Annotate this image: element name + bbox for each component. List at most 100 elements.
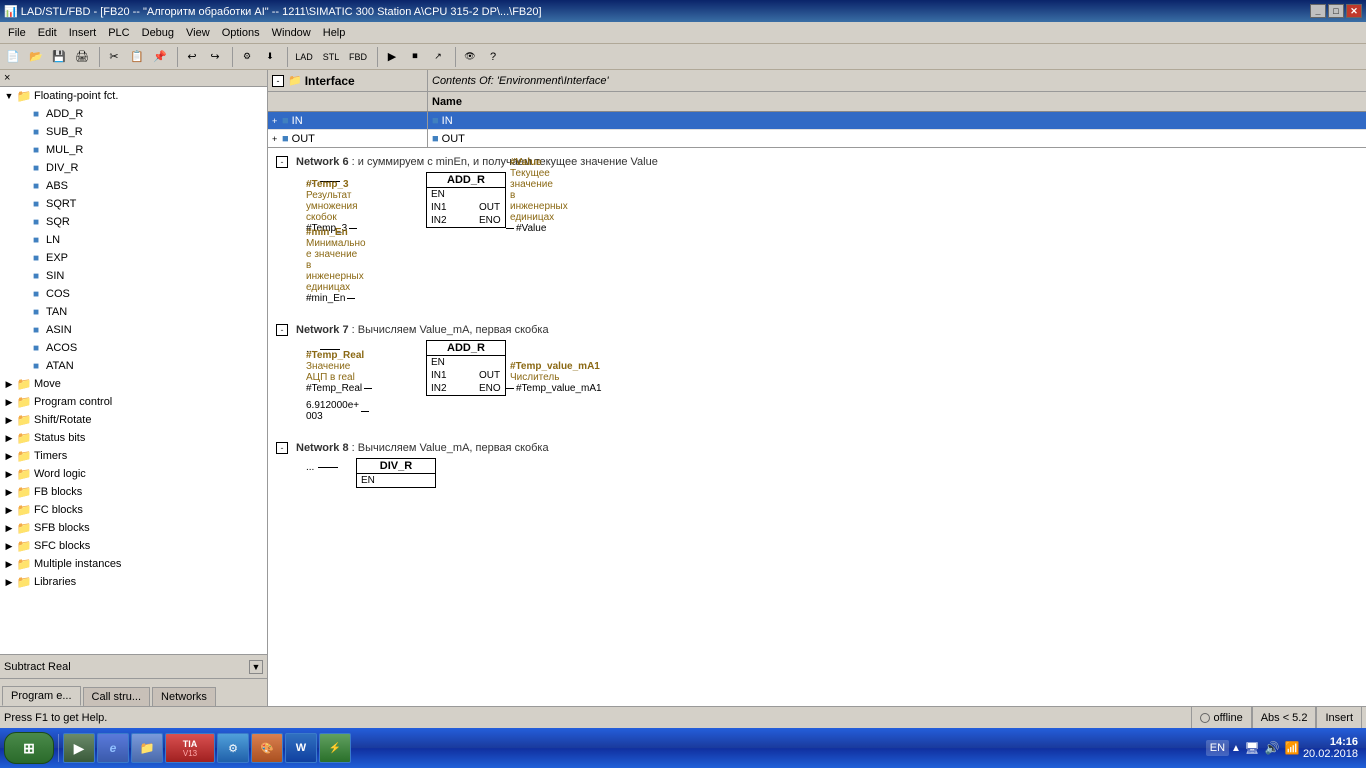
tree-sqrt[interactable]: ■ SQRT: [0, 195, 267, 213]
network-6-collapse[interactable]: -: [276, 156, 288, 168]
tb-compile[interactable]: ⚙: [236, 46, 258, 68]
tree-word-logic[interactable]: ▶ 📁 Word logic: [0, 465, 267, 483]
network-area[interactable]: - Network 6 : и суммируем с minEn, и пол…: [268, 148, 1366, 706]
taskbar-app-1[interactable]: ▶: [63, 733, 95, 763]
menu-debug[interactable]: Debug: [136, 25, 180, 41]
menu-edit[interactable]: Edit: [32, 25, 63, 41]
tree-shift-rotate[interactable]: ▶ 📁 Shift/Rotate: [0, 411, 267, 429]
tree-abs[interactable]: ■ ABS: [0, 177, 267, 195]
interface-collapse[interactable]: -: [272, 75, 284, 87]
tb-copy[interactable]: 📋: [126, 46, 148, 68]
tree-tan[interactable]: ■ TAN: [0, 303, 267, 321]
tb-save[interactable]: 💾: [48, 46, 70, 68]
expand-timers-icon[interactable]: ▶: [2, 451, 16, 462]
tree-add-r[interactable]: ■ ADD_R: [0, 105, 267, 123]
expand-sb-icon[interactable]: ▶: [2, 433, 16, 444]
network-8-collapse[interactable]: -: [276, 442, 288, 454]
tb-open[interactable]: 📂: [25, 46, 47, 68]
tb-step[interactable]: ↗: [427, 46, 449, 68]
tree-sub-r[interactable]: ■ SUB_R: [0, 123, 267, 141]
left-panel-close[interactable]: ×: [0, 70, 267, 87]
restore-button[interactable]: □: [1328, 4, 1344, 18]
tb-print[interactable]: 🖨: [71, 46, 93, 68]
tb-stop[interactable]: ⏹: [404, 46, 426, 68]
tree-sqr[interactable]: ■ SQR: [0, 213, 267, 231]
tree-asin[interactable]: ■ ASIN: [0, 321, 267, 339]
close-button[interactable]: ✕: [1346, 4, 1362, 18]
tb-redo[interactable]: ↪: [204, 46, 226, 68]
tree-cos[interactable]: ■ COS: [0, 285, 267, 303]
expand-fc-icon[interactable]: ▶: [2, 505, 16, 516]
menu-plc[interactable]: PLC: [102, 25, 135, 41]
tree-sfb-blocks[interactable]: ▶ 📁 SFB blocks: [0, 519, 267, 537]
tree-acos[interactable]: ■ ACOS: [0, 339, 267, 357]
expand-fb-icon[interactable]: ▶: [2, 487, 16, 498]
taskbar-app-ie[interactable]: e: [97, 733, 129, 763]
taskbar-app-simatic[interactable]: ⚙: [217, 733, 249, 763]
taskbar-app-explorer[interactable]: 📁: [131, 733, 163, 763]
menu-help[interactable]: Help: [317, 25, 352, 41]
taskbar-app-word[interactable]: W: [285, 733, 317, 763]
taskbar-app-paint[interactable]: 🎨: [251, 733, 283, 763]
tb-help[interactable]: ?: [482, 46, 504, 68]
instruction-tree[interactable]: ▼ 📁 Floating-point fct. ■ ADD_R ■ SUB_R …: [0, 87, 267, 654]
tb-run[interactable]: ▶: [381, 46, 403, 68]
tb-cut[interactable]: ✂: [103, 46, 125, 68]
tree-div-r[interactable]: ■ DIV_R: [0, 159, 267, 177]
tree-atan[interactable]: ■ ATAN: [0, 357, 267, 375]
tb-paste[interactable]: 📌: [149, 46, 171, 68]
expand-pc-icon[interactable]: ▶: [2, 397, 16, 408]
expand-move-icon[interactable]: ▶: [2, 379, 16, 390]
tb-fbd[interactable]: FBD: [345, 46, 371, 68]
tree-sin[interactable]: ■ SIN: [0, 267, 267, 285]
tree-libraries[interactable]: ▶ 📁 Libraries: [0, 573, 267, 591]
tab-call-structure[interactable]: Call stru...: [83, 687, 151, 706]
minimize-button[interactable]: _: [1310, 4, 1326, 18]
tree-program-control[interactable]: ▶ 📁 Program control: [0, 393, 267, 411]
net7-in2-eno-row: IN2 ENO: [427, 382, 505, 395]
scroll-down-btn[interactable]: ▼: [249, 660, 263, 674]
taskbar-app-lad-active[interactable]: ⚡: [319, 733, 351, 763]
folder-sfb-icon: 📁: [16, 520, 32, 536]
expand-sfb-icon[interactable]: ▶: [2, 523, 16, 534]
expand-icon[interactable]: ▼: [2, 91, 16, 101]
tree-move[interactable]: ▶ 📁 Move: [0, 375, 267, 393]
tree-floating-point[interactable]: ▼ 📁 Floating-point fct.: [0, 87, 267, 105]
tab-program[interactable]: Program e...: [2, 686, 81, 706]
iface-row-out[interactable]: + ■ OUT: [268, 130, 427, 147]
tb-monitor[interactable]: 👁: [459, 46, 481, 68]
tree-ln[interactable]: ■ LN: [0, 231, 267, 249]
expand-lib-icon[interactable]: ▶: [2, 577, 16, 588]
expand-wl-icon[interactable]: ▶: [2, 469, 16, 480]
tb-lad[interactable]: LAD: [291, 46, 317, 68]
expand-mi-icon[interactable]: ▶: [2, 559, 16, 570]
iface-row-in[interactable]: + ■ IN: [268, 112, 427, 130]
tree-timers[interactable]: ▶ 📁 Timers: [0, 447, 267, 465]
iface-row-right-in[interactable]: ■ IN: [428, 112, 1366, 130]
tree-sfc-blocks[interactable]: ▶ 📁 SFC blocks: [0, 537, 267, 555]
expand-sfc-icon[interactable]: ▶: [2, 541, 16, 552]
tree-multiple-instances[interactable]: ▶ 📁 Multiple instances: [0, 555, 267, 573]
tree-fc-blocks[interactable]: ▶ 📁 FC blocks: [0, 501, 267, 519]
menu-view[interactable]: View: [180, 25, 216, 41]
tree-status-bits[interactable]: ▶ 📁 Status bits: [0, 429, 267, 447]
iface-row-right-out[interactable]: ■ OUT: [428, 130, 1366, 148]
menu-insert[interactable]: Insert: [63, 25, 103, 41]
tab-networks[interactable]: Networks: [152, 687, 216, 706]
volume-tray-icon[interactable]: 🔊: [1263, 739, 1281, 757]
menu-options[interactable]: Options: [216, 25, 266, 41]
taskbar-app-tia[interactable]: TIA V13: [165, 733, 215, 763]
network-7-collapse[interactable]: -: [276, 324, 288, 336]
start-button[interactable]: ⊞: [4, 732, 54, 764]
expand-tray-icon[interactable]: ▲: [1231, 743, 1241, 754]
menu-file[interactable]: File: [2, 25, 32, 41]
tb-download[interactable]: ⬇: [259, 46, 281, 68]
tree-mul-r[interactable]: ■ MUL_R: [0, 141, 267, 159]
tb-stl[interactable]: STL: [318, 46, 344, 68]
tree-fb-blocks[interactable]: ▶ 📁 FB blocks: [0, 483, 267, 501]
menu-window[interactable]: Window: [266, 25, 317, 41]
tb-new[interactable]: 📄: [2, 46, 24, 68]
expand-sr-icon[interactable]: ▶: [2, 415, 16, 426]
tree-exp[interactable]: ■ EXP: [0, 249, 267, 267]
tb-undo[interactable]: ↩: [181, 46, 203, 68]
